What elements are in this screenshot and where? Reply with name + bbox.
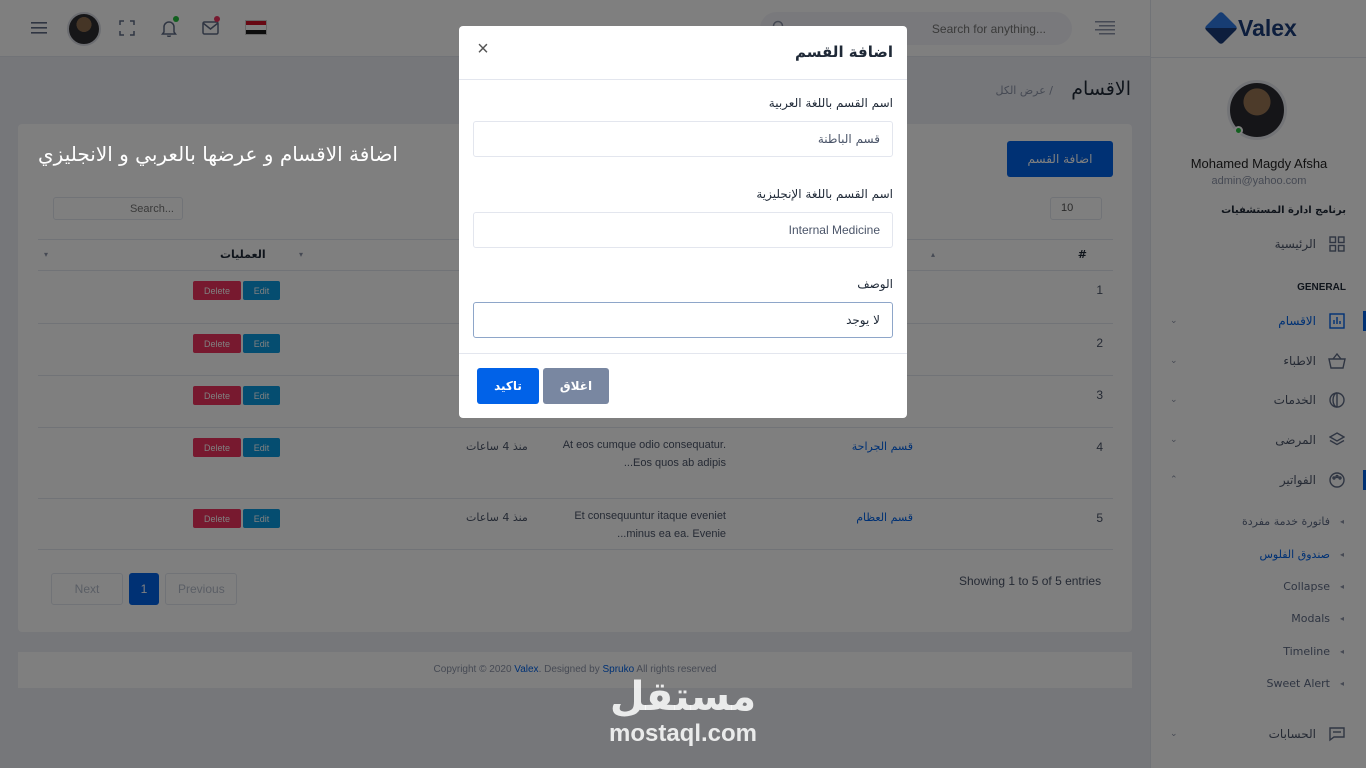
confirm-button[interactable]: تاكيد [477, 368, 539, 404]
add-department-modal: اضافة القسم × اسم القسم باللغة العربية ا… [459, 26, 907, 418]
close-icon[interactable]: × [473, 39, 493, 59]
description-input[interactable] [473, 302, 893, 338]
watermark-latin: mostaql.com [608, 720, 758, 747]
arabic-name-label: اسم القسم باللغة العربية [768, 96, 893, 110]
watermark-arabic: مستقل [609, 674, 757, 720]
arabic-name-input[interactable] [473, 121, 893, 157]
english-name-input[interactable] [473, 212, 893, 248]
english-name-label: اسم القسم باللغة الإنجليزية [756, 187, 893, 201]
modal-title: اضافة القسم [794, 43, 893, 61]
modal-header-divider [459, 79, 907, 80]
overlay-caption: اضافة الاقسام و عرضها بالعربي و الانجليز… [38, 142, 398, 166]
description-label: الوصف [857, 277, 893, 291]
modal-footer-divider [459, 353, 907, 354]
mostaql-watermark: مستقل mostaql.com [590, 672, 776, 746]
close-modal-button[interactable]: اغلاق [543, 368, 609, 404]
